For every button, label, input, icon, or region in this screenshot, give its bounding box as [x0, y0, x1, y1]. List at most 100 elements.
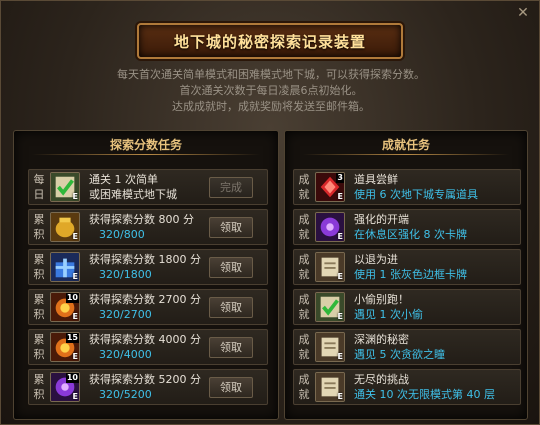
claim-button[interactable]: 领取	[209, 257, 253, 278]
achievement-row: 成 就 E 深渊的秘密 遇见 5 次贪欲之瞳	[293, 329, 521, 365]
gold-jar-icon: E	[50, 212, 80, 242]
achievement-window: ✕ 地下城的秘密探索记录装置 每天首次通关简单模式和困难模式地下城，可以获得探索…	[0, 0, 540, 425]
blue-gift-icon: E	[50, 252, 80, 282]
description-line: 达成成就时，成就奖励将发送至邮件箱。	[172, 100, 370, 113]
task-progress: 320/2700	[99, 308, 152, 321]
achievement-row: 成 就 3 E 道具尝鲜使用 6 次地下城专属道具	[293, 169, 521, 205]
item-count-badge: 3	[336, 173, 344, 183]
task-type-label: 累 积	[33, 213, 45, 241]
e-grade-icon: E	[72, 272, 78, 281]
task-text: 获得探索分数 800 分 320/800	[89, 212, 194, 242]
task-type-label: 累 积	[33, 253, 45, 281]
achievement-text: 强化的开端在休息区强化 8 次卡牌	[354, 212, 467, 242]
achievement-panel: 成就任务 成 就 3 E 道具尝鲜 使用 6 次地下城专属道具成 就 E 强化的开端 在休息区…	[284, 130, 528, 420]
description-line: 每天首次通关简单模式和困难模式地下城，可以获得探索分数。	[117, 68, 425, 81]
claim-button[interactable]: 领取	[209, 377, 253, 398]
task-row: 累 积 E 获得探索分数 800 分 320/800 领取	[28, 209, 268, 245]
achievement-type-label: 成 就	[298, 253, 310, 281]
e-grade-icon: E	[337, 392, 343, 401]
task-type-label: 累 积	[33, 333, 45, 361]
achievement-text: 深渊的秘密遇见 5 次贪欲之瞳	[354, 332, 445, 362]
e-grade-icon: E	[72, 392, 78, 401]
task-row: 累 积 10 E 获得探索分数 2700 分 320/2700 领取	[28, 289, 268, 325]
task-title: 获得探索分数 4000 分	[89, 333, 201, 346]
task-title: 获得探索分数 5200 分	[89, 373, 201, 386]
e-grade-icon: E	[337, 272, 343, 281]
task-type-label: 每 日	[33, 173, 45, 201]
panel-title: 探索分数任务	[109, 138, 182, 152]
achievement-text: 无尽的挑战通关 10 次无限模式第 40 层	[354, 372, 495, 402]
task-progress: 320/800	[99, 228, 145, 241]
claim-button[interactable]: 领取	[209, 337, 253, 358]
task-text: 获得探索分数 2700 分 320/2700	[89, 292, 201, 322]
description-line: 首次通关次数于每日凌晨6点初始化。	[179, 84, 363, 97]
scroll-card-icon: E	[315, 372, 345, 402]
scroll-card-icon: E	[315, 332, 345, 362]
task-text: 获得探索分数 1800 分 320/1800	[89, 252, 201, 282]
task-title: 获得探索分数 1800 分	[89, 253, 201, 266]
achievement-type-label: 成 就	[298, 173, 310, 201]
e-grade-icon: E	[337, 192, 343, 201]
e-grade-icon: E	[72, 192, 78, 201]
achievement-text: 以退为进使用 1 张灰色边框卡牌	[354, 252, 467, 282]
panel-header: 成就任务	[285, 131, 527, 159]
achievement-title: 道具尝鲜	[354, 173, 398, 186]
achievement-title: 小偷别跑！	[354, 293, 409, 306]
achievement-title: 强化的开端	[354, 213, 409, 226]
claim-button[interactable]: 领取	[209, 217, 253, 238]
achievement-desc: 遇见 5 次贪欲之瞳	[354, 348, 445, 361]
task-text: 获得探索分数 4000 分 320/4000	[89, 332, 201, 362]
check-scroll-icon: E	[315, 292, 345, 322]
e-grade-icon: E	[72, 352, 78, 361]
task-row: 累 积 15 E 获得探索分数 4000 分 320/4000 领取	[28, 329, 268, 365]
e-grade-icon: E	[337, 312, 343, 321]
achievement-text: 道具尝鲜使用 6 次地下城专属道具	[354, 172, 478, 202]
achievement-row: 成 就 E 无尽的挑战通关 10 次无限模式第 40 层	[293, 369, 521, 405]
achievement-desc: 在休息区强化 8 次卡牌	[354, 228, 467, 241]
scroll-card-icon: E	[315, 252, 345, 282]
check-scroll-icon: E	[50, 172, 80, 202]
task-type-label: 累 积	[33, 373, 45, 401]
task-row: 累 积 10 E 获得探索分数 5200 分 320/5200 领取	[28, 369, 268, 405]
achievement-row: 成 就 E 强化的开端在休息区强化 8 次卡牌	[293, 209, 521, 245]
e-grade-icon: E	[337, 232, 343, 241]
complete-button[interactable]: 完成	[209, 177, 253, 198]
item-count-badge: 10	[65, 373, 79, 383]
achievement-type-label: 成 就	[298, 213, 310, 241]
task-title: 通关 1 次简单	[89, 173, 158, 186]
exploration-score-panel: 探索分数任务 每 日 E 通关 1 次简单或困难模式地下城 完成累 积 E 获得探索分数 …	[13, 130, 279, 420]
description: 每天首次通关简单模式和困难模式地下城，可以获得探索分数。 首次通关次数于每日凌晨…	[1, 67, 540, 115]
achievement-title: 无尽的挑战	[354, 373, 409, 386]
task-type-label: 累 积	[33, 293, 45, 321]
achievement-title: 深渊的秘密	[354, 333, 409, 346]
achievement-desc: 使用 1 张灰色边框卡牌	[354, 268, 467, 281]
e-grade-icon: E	[337, 352, 343, 361]
achievement-type-label: 成 就	[298, 373, 310, 401]
task-text: 获得探索分数 5200 分 320/5200	[89, 372, 201, 402]
fire-orb-icon: 15 E	[50, 332, 80, 362]
task-row: 每 日 E 通关 1 次简单或困难模式地下城 完成	[28, 169, 268, 205]
fire-orb-icon: 10 E	[50, 292, 80, 322]
achievement-desc: 使用 6 次地下城专属道具	[354, 188, 478, 201]
achievement-desc: 通关 10 次无限模式第 40 层	[354, 388, 495, 401]
claim-button[interactable]: 领取	[209, 297, 253, 318]
task-progress: 320/4000	[99, 348, 152, 361]
purple-orb-icon: E	[315, 212, 345, 242]
panel-header: 探索分数任务	[14, 131, 278, 159]
item-count-badge: 10	[65, 293, 79, 303]
task-title: 获得探索分数 2700 分	[89, 293, 201, 306]
close-icon[interactable]: ✕	[515, 5, 531, 21]
e-grade-icon: E	[72, 312, 78, 321]
task-title-line2: 或困难模式地下城	[89, 188, 177, 201]
panel-title: 成就任务	[381, 138, 430, 152]
task-progress: 320/1800	[99, 268, 152, 281]
achievement-title: 以退为进	[354, 253, 398, 266]
achievement-desc: 遇见 1 次小偷	[354, 308, 423, 321]
task-title: 获得探索分数 800 分	[89, 213, 194, 226]
window-title: 地下城的秘密探索记录装置	[173, 32, 366, 51]
e-grade-icon: E	[72, 232, 78, 241]
task-text: 通关 1 次简单或困难模式地下城	[89, 172, 177, 202]
achievement-text: 小偷别跑！ 遇见 1 次小偷	[354, 292, 423, 322]
task-row: 累 积 E 获得探索分数 1800 分 320/1800 领取	[28, 249, 268, 285]
purple-orb-icon: 10 E	[50, 372, 80, 402]
